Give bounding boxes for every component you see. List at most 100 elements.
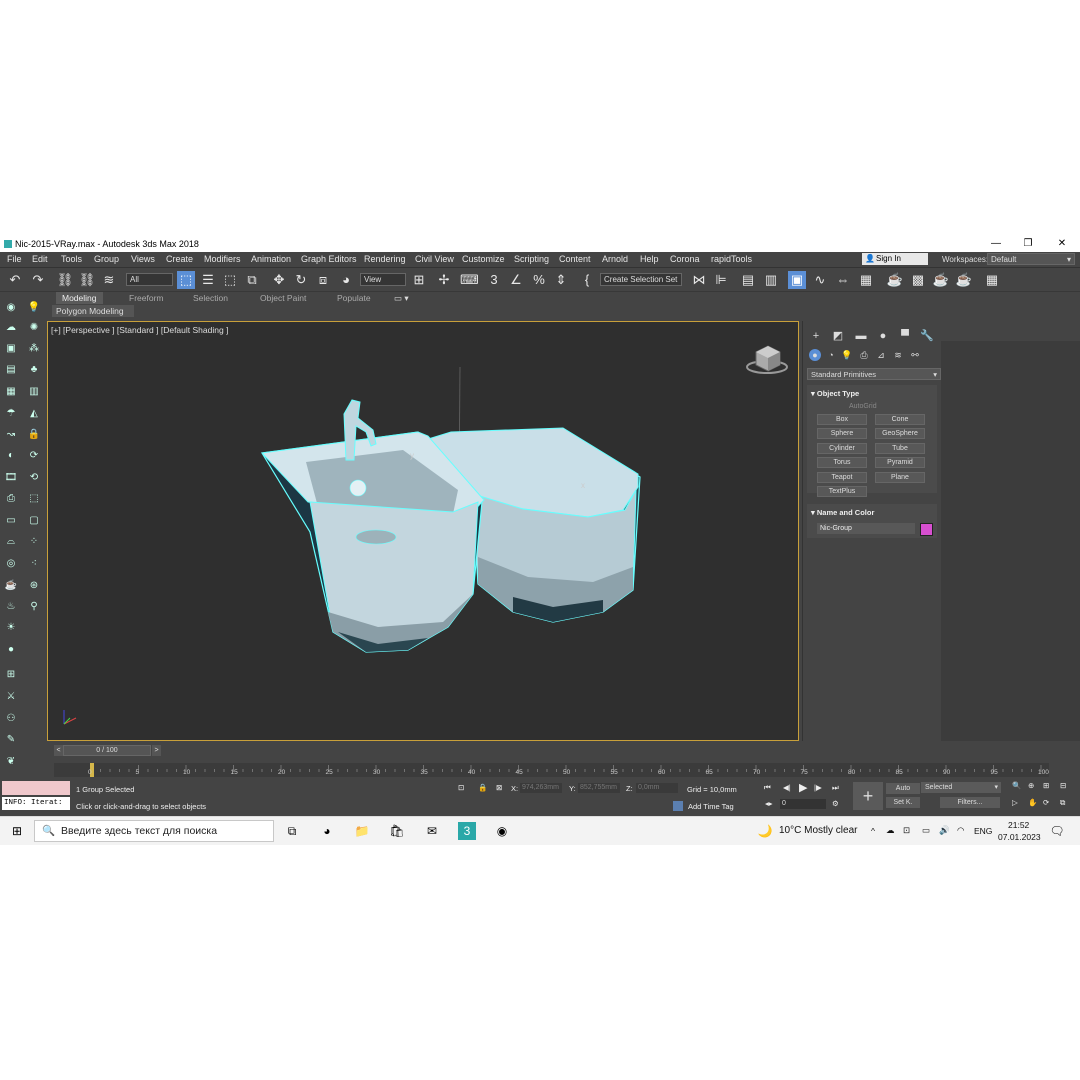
windows-start-icon[interactable]: ⊞ — [8, 822, 26, 840]
curve-editor-icon[interactable]: ∿ — [811, 271, 829, 289]
orbit-icon[interactable]: ⟳ — [1043, 798, 1049, 807]
tab-modeling[interactable]: Modeling — [56, 292, 103, 304]
shape2-tool-icon[interactable]: ⌓ — [4, 535, 18, 549]
menu-customize[interactable]: Customize — [462, 254, 505, 264]
object-name-input[interactable]: Nic-Group — [817, 523, 915, 534]
isolate-icon[interactable]: ⊡ — [458, 783, 464, 792]
set-key-big-button[interactable]: + — [853, 782, 883, 810]
wifi-icon[interactable]: ◠ — [957, 825, 964, 836]
language-indicator[interactable]: ENG — [974, 826, 992, 836]
zoom-extents-all-icon[interactable]: ⊟ — [1060, 781, 1066, 790]
flame-tool-icon[interactable]: ♨ — [4, 600, 18, 614]
render-production-icon[interactable]: ☕ — [932, 271, 950, 289]
bulb2-tool-icon[interactable]: ⚲ — [27, 600, 41, 614]
layer-explorer-icon[interactable]: ▥ — [762, 271, 780, 289]
camera-tool-icon[interactable]: ⎙ — [4, 492, 18, 506]
knife-tool-icon[interactable]: ⚔ — [4, 690, 18, 704]
render-setup-icon[interactable]: ☕ — [886, 271, 904, 289]
menu-help[interactable]: Help — [640, 254, 659, 264]
object-color-swatch[interactable] — [920, 523, 933, 536]
weather-icon[interactable]: 🌙 — [756, 822, 774, 840]
rotate-icon[interactable]: ↻ — [292, 271, 310, 289]
key-mode-icon[interactable]: ◂▸ — [765, 799, 773, 808]
selection-set-dropdown[interactable]: Create Selection Set — [600, 273, 682, 286]
sign-in-dropdown[interactable]: 👤 Sign In — [862, 253, 928, 265]
scene-explorer-icon[interactable]: ▤ — [739, 271, 757, 289]
refresh-tool-icon[interactable]: ⟳ — [27, 449, 41, 463]
workspace-dropdown[interactable]: Default ▾ — [987, 253, 1075, 265]
select-manipulate-icon[interactable]: ✢ — [435, 271, 453, 289]
undo-icon[interactable]: ↶ — [6, 271, 24, 289]
light2-tool-icon[interactable]: ◎ — [4, 557, 18, 571]
task-view-icon[interactable]: ⧉ — [283, 822, 301, 840]
geosphere-button[interactable]: GeoSphere — [875, 428, 925, 439]
menu-scripting[interactable]: Scripting — [514, 254, 549, 264]
command-panel-scroll[interactable] — [941, 341, 1080, 741]
minimize-button[interactable]: — — [986, 237, 1006, 251]
set-key-button[interactable]: Set K. — [886, 797, 920, 808]
volume-icon[interactable]: 🔊 — [939, 825, 950, 836]
shape-tool-icon[interactable]: ☁ — [4, 321, 18, 335]
autogrid-checkbox[interactable]: AutoGrid — [849, 403, 877, 410]
motion-tab-icon[interactable]: ● — [876, 329, 890, 343]
go-to-end-icon[interactable]: ⏭ — [832, 783, 839, 793]
menu-create[interactable]: Create — [166, 254, 193, 264]
angle-snap-icon[interactable]: ∠ — [507, 271, 525, 289]
menu-arnold[interactable]: Arnold — [602, 254, 628, 264]
teapot-button[interactable]: Teapot — [817, 472, 867, 483]
time-config-icon[interactable]: ⚙ — [832, 799, 839, 808]
edge-icon[interactable]: ◕ — [318, 822, 336, 840]
rect-tool-icon[interactable]: ▭ — [4, 514, 18, 528]
path-tool-icon[interactable]: ↝ — [4, 428, 18, 442]
primitive-type-dropdown[interactable]: Standard Primitives ▾ — [807, 368, 941, 380]
frame-tool-icon[interactable]: ▢ — [27, 514, 41, 528]
scatter-icon[interactable]: ⁂ — [27, 342, 41, 356]
hierarchy-tool-icon[interactable]: ⚇ — [4, 712, 18, 726]
absolute-mode-icon[interactable]: ⊠ — [496, 783, 502, 792]
redo-icon[interactable]: ↷ — [29, 271, 47, 289]
systems-icon[interactable]: ⚯ — [909, 349, 921, 361]
x-coordinate-field[interactable]: 974,263mm — [520, 783, 562, 793]
menu-edit[interactable]: Edit — [32, 254, 48, 264]
play-icon[interactable]: ▶ — [799, 781, 807, 794]
pan-icon[interactable]: ✋ — [1028, 798, 1037, 807]
display-tab-icon[interactable]: ▀ — [898, 329, 912, 343]
window-crossing-icon[interactable]: ⧉ — [243, 271, 261, 289]
render-grid-icon[interactable]: ▦ — [983, 271, 1001, 289]
perspective-viewport[interactable]: [+] [Perspective ] [Standard ] [Default … — [47, 321, 799, 741]
grid-tool-icon[interactable]: ▦ — [4, 385, 18, 399]
film-tool-icon[interactable]: 🎞 — [4, 471, 18, 485]
pivot-center-icon[interactable]: ⊞ — [410, 271, 428, 289]
menu-animation[interactable]: Animation — [251, 254, 291, 264]
lock-tool-icon[interactable]: 🔒 — [27, 428, 41, 442]
maxscript-listener[interactable] — [2, 781, 70, 795]
zoom-extents-icon[interactable]: ⊞ — [1043, 781, 1049, 790]
spinner-snap-icon[interactable]: ⇕ — [552, 271, 570, 289]
z-coordinate-field[interactable]: 0,0mm — [636, 783, 678, 793]
helpers-icon[interactable]: ⊿ — [875, 349, 887, 361]
battery-icon[interactable]: ▭ — [922, 825, 930, 836]
pattern-tool-icon[interactable]: ⁘ — [27, 535, 41, 549]
toggle-ribbon-icon[interactable]: ▣ — [788, 271, 806, 289]
cameras-icon[interactable]: ⎙ — [858, 349, 870, 361]
tab-object-paint[interactable]: Object Paint — [254, 292, 312, 304]
mail-icon[interactable]: ✉ — [423, 822, 441, 840]
select-by-name-icon[interactable]: ☰ — [199, 271, 217, 289]
reference-coord-dropdown[interactable]: View — [360, 273, 406, 286]
weather-text[interactable]: 10°C Mostly clear — [779, 825, 857, 836]
teapot-tool-icon[interactable]: ☕ — [4, 579, 18, 593]
modify-tab-icon[interactable]: ◩ — [831, 329, 845, 343]
leaf-tool-icon[interactable]: ❦ — [4, 755, 18, 769]
render-iterative-icon[interactable]: ☕ — [955, 271, 973, 289]
maxscript-info[interactable]: INFO: Iterat: — [2, 797, 70, 810]
triangle-tool-icon[interactable]: ◭ — [27, 407, 41, 421]
menu-file[interactable]: File — [7, 254, 22, 264]
add-time-tag[interactable]: Add Time Tag — [688, 802, 734, 811]
omni-tool-icon[interactable]: ⊛ — [27, 579, 41, 593]
keyboard-shortcut-icon[interactable]: ⌨ — [460, 271, 479, 289]
shapes-icon[interactable]: ◔ — [825, 349, 837, 361]
box-tool-icon[interactable]: ▣ — [4, 342, 18, 356]
time-slider[interactable]: 0 / 100 — [63, 745, 151, 756]
selection-filter-dropdown[interactable]: All — [126, 273, 173, 286]
time-prev-button[interactable]: < — [54, 745, 63, 756]
